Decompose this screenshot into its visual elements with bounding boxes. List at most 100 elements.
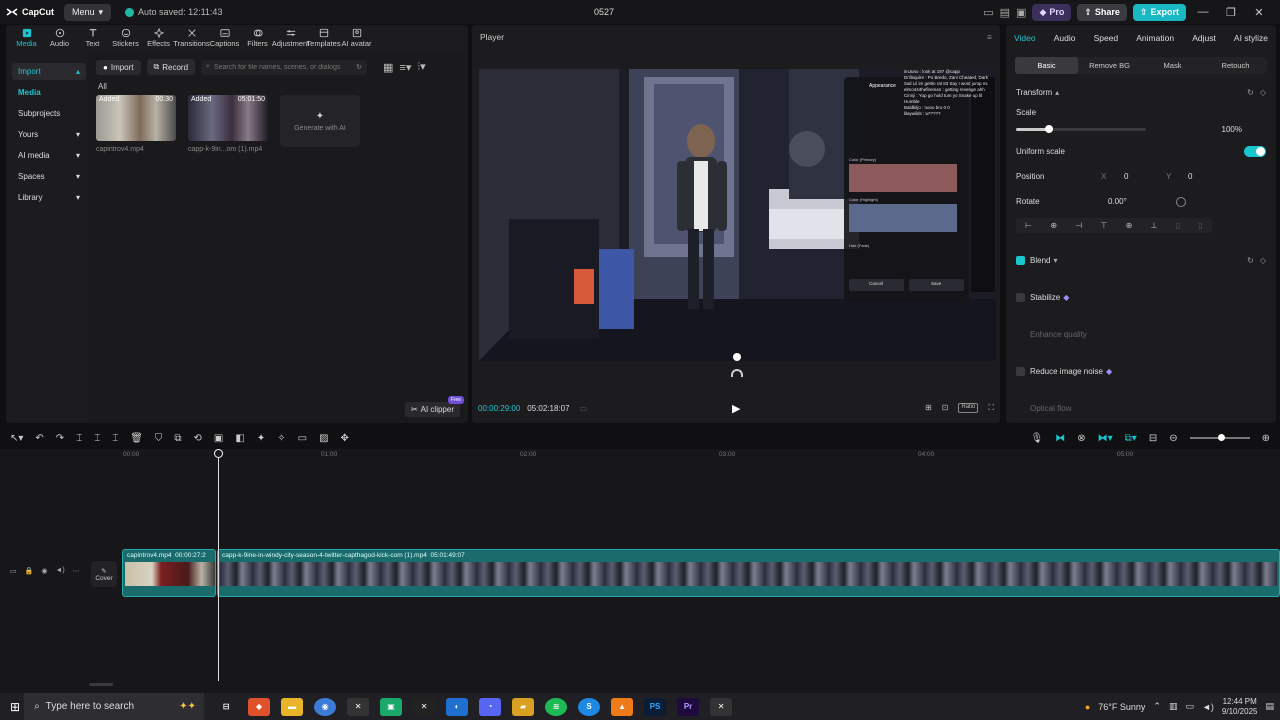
- capcut-app-icon[interactable]: ▣: [380, 697, 403, 716]
- tool-media[interactable]: Media: [10, 28, 43, 48]
- tool-ai-avatar[interactable]: AI avatar: [340, 28, 373, 48]
- file-explorer-icon[interactable]: ▬: [281, 697, 304, 716]
- zoom-slider[interactable]: [1189, 434, 1250, 441]
- preview-axis-icon[interactable]: ⧉▾: [1125, 433, 1137, 444]
- brave-browser-icon[interactable]: ◆: [248, 697, 271, 716]
- filter-icon[interactable]: ⫶▾: [417, 60, 425, 74]
- tool-stickers[interactable]: Stickers: [109, 28, 142, 48]
- search-input[interactable]: ⌕ Search for file names, scenes, or dial…: [201, 59, 368, 75]
- undo-icon[interactable]: ↶: [35, 433, 43, 444]
- playhead[interactable]: [214, 449, 223, 681]
- tab-ai-stylize[interactable]: AI stylize: [1234, 33, 1268, 43]
- import-button[interactable]: ● Import: [96, 59, 141, 75]
- tool-effects[interactable]: Effects: [142, 28, 175, 48]
- rotate-input[interactable]: 0.00°: [1108, 197, 1127, 206]
- timecode-toggle-icon[interactable]: ▭: [580, 404, 588, 413]
- position-y-input[interactable]: 0: [1188, 172, 1192, 181]
- menu-button[interactable]: Menu ▾: [64, 3, 112, 21]
- zoom-fit-icon[interactable]: ⊟: [1149, 433, 1157, 444]
- align-bottom-icon[interactable]: ⊥: [1151, 221, 1158, 230]
- windows-start-icon[interactable]: ⊞: [10, 700, 20, 714]
- time-ruler[interactable]: 00:00 01:00 02:00 03:00 04:00 05:00: [89, 449, 1280, 463]
- tool-audio[interactable]: Audio: [43, 28, 76, 48]
- media-item[interactable]: Added 00:30 capintrov4.mp4: [96, 95, 176, 153]
- keyframe-icon[interactable]: ◇: [1260, 256, 1266, 265]
- speed-icon[interactable]: ⟲: [194, 433, 202, 444]
- zoom-out-icon[interactable]: ⊖: [1169, 433, 1177, 444]
- export-button[interactable]: ⇧ Export: [1132, 3, 1186, 21]
- close-button[interactable]: ✕: [1248, 6, 1270, 19]
- refresh-icon[interactable]: ↻: [356, 63, 362, 71]
- premiere-icon[interactable]: Pr: [677, 697, 700, 716]
- align-center-icon[interactable]: ⊕: [1050, 221, 1057, 230]
- distribute-icon[interactable]: ▯: [1176, 221, 1180, 230]
- snap-icon[interactable]: ⧓▾: [1098, 433, 1113, 444]
- cutout-icon[interactable]: ✦: [257, 433, 265, 444]
- subtab-basic[interactable]: Basic: [1015, 57, 1078, 74]
- shield-icon[interactable]: ⛉: [155, 433, 163, 444]
- align-middle-icon[interactable]: ⊕: [1126, 221, 1133, 230]
- monitor-icon[interactable]: ▣: [1016, 6, 1026, 19]
- lock-icon[interactable]: 🔒: [25, 567, 34, 575]
- link-icon[interactable]: ⧓: [1055, 433, 1065, 444]
- minimize-button[interactable]: —: [1192, 6, 1214, 18]
- tab-animation[interactable]: Animation: [1136, 33, 1174, 43]
- weather-text[interactable]: 76°F Sunny: [1098, 702, 1145, 712]
- align-left-icon[interactable]: ⊢: [1025, 221, 1032, 230]
- sidebar-item-subprojects[interactable]: Subprojects: [12, 105, 86, 122]
- redo-icon[interactable]: ↷: [56, 433, 64, 444]
- list-sort-icon[interactable]: ≡▾: [399, 61, 411, 74]
- scale-value[interactable]: 100%: [1222, 125, 1242, 134]
- task-view-icon[interactable]: ⊟: [215, 698, 237, 716]
- select-tool-icon[interactable]: ↖▾: [10, 433, 23, 444]
- scale-slider-knob[interactable]: [1044, 124, 1053, 133]
- subtab-mask[interactable]: Mask: [1141, 57, 1204, 74]
- track-toggle-icon[interactable]: ▭: [10, 567, 17, 575]
- taskbar-search-input[interactable]: ⌕ Type here to search ✦✦: [24, 693, 205, 720]
- tab-video[interactable]: Video: [1014, 33, 1036, 43]
- transform-section[interactable]: Transform ▴ ↻ ◇: [1006, 80, 1276, 105]
- maximize-button[interactable]: ❐: [1220, 6, 1242, 19]
- ai-effects-icon[interactable]: ✥: [341, 433, 349, 444]
- eye-icon[interactable]: ◉: [41, 567, 47, 575]
- capcut-pinned-icon[interactable]: ✕: [710, 697, 733, 716]
- fullscreen-icon[interactable]: ⛶: [988, 403, 994, 413]
- freeze-icon[interactable]: ▣: [214, 433, 223, 444]
- reduce-noise-row[interactable]: Reduce image noise ◆: [1006, 359, 1276, 384]
- sidebar-item-library[interactable]: Library ▾: [12, 189, 86, 206]
- volume-icon[interactable]: ◄): [55, 567, 64, 575]
- play-button[interactable]: ▶: [732, 402, 740, 415]
- capcut-editor-icon[interactable]: ✕: [413, 697, 436, 716]
- sidebar-item-ai-media[interactable]: AI media ▾: [12, 147, 86, 164]
- sidebar-item-media[interactable]: Media: [12, 84, 86, 101]
- magnet-icon[interactable]: ⊗: [1077, 433, 1085, 444]
- network-icon[interactable]: ▥: [1169, 701, 1178, 712]
- ai-clipper-button[interactable]: ✂ AI clipper Free: [404, 396, 464, 417]
- tool-transitions[interactable]: Transitions: [173, 28, 210, 48]
- image-icon[interactable]: ▨: [319, 433, 328, 444]
- sidebar-item-import[interactable]: Import ▴: [12, 63, 86, 80]
- edge-icon[interactable]: ◐: [446, 697, 469, 716]
- battery-icon[interactable]: ▭: [1185, 701, 1194, 712]
- tool-text[interactable]: Text: [76, 28, 109, 48]
- stabilize-row[interactable]: Stabilize ◆: [1006, 285, 1276, 310]
- magic-icon[interactable]: ✧: [277, 433, 285, 444]
- align-top-icon[interactable]: ⊤: [1100, 221, 1107, 230]
- mirror-icon[interactable]: ◧: [235, 433, 244, 444]
- cover-button[interactable]: ✎ Cover: [91, 561, 117, 587]
- filter-all-label[interactable]: All: [88, 82, 468, 91]
- timeline-clip[interactable]: capp-k-9ine-in-windy-city-season-4-twitt…: [217, 549, 1280, 597]
- subtab-remove-bg[interactable]: Remove BG: [1078, 57, 1141, 74]
- align-right-icon[interactable]: ⊣: [1075, 221, 1082, 230]
- timeline-clip[interactable]: capintrov4.mp4 00:00:27:2: [122, 549, 216, 597]
- timeline-scrollbar[interactable]: [89, 683, 113, 686]
- more-icon[interactable]: ⋯: [73, 567, 80, 575]
- rotate-control-icon[interactable]: [731, 369, 743, 377]
- tool-filters[interactable]: Filters: [241, 28, 274, 48]
- stabilize-checkbox[interactable]: [1016, 293, 1025, 302]
- screenshot-icon[interactable]: ⊡: [942, 403, 949, 413]
- share-button[interactable]: ⇪ Share: [1077, 3, 1127, 21]
- photoshop-icon[interactable]: PS: [644, 697, 667, 716]
- delete-icon[interactable]: 🗑: [130, 433, 143, 444]
- keyframe-icon[interactable]: ◇: [1260, 88, 1266, 97]
